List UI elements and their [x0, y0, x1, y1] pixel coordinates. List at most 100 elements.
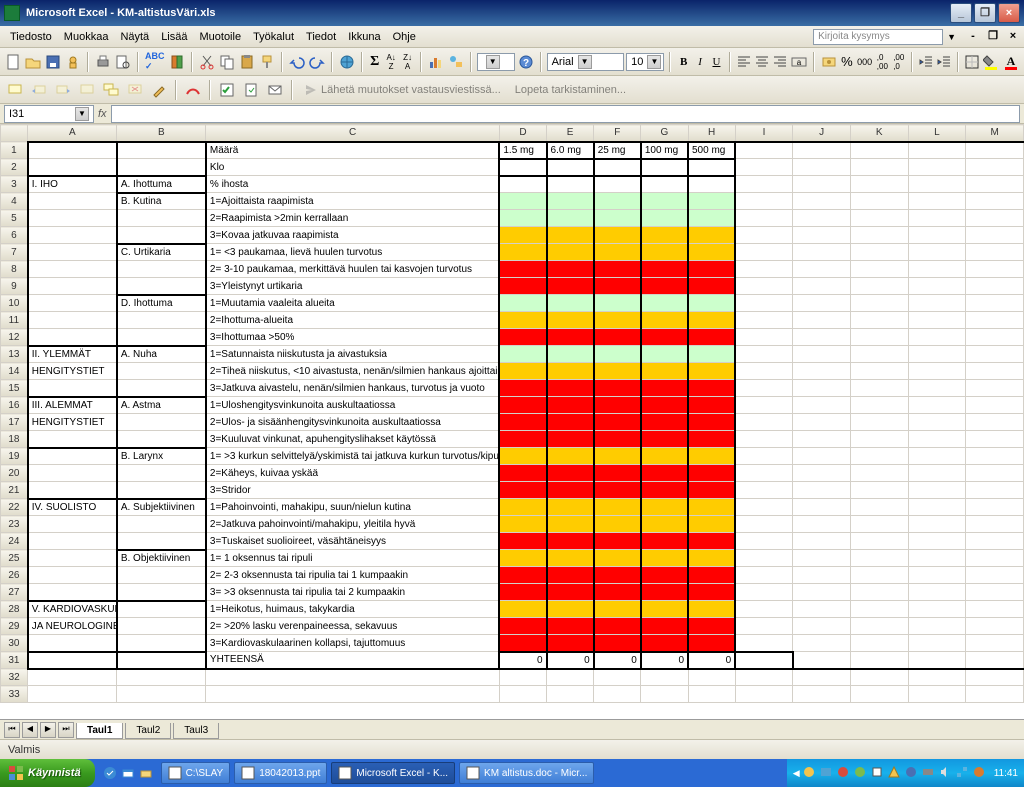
cell[interactable]	[641, 516, 688, 533]
cell[interactable]	[28, 516, 117, 533]
cell[interactable]	[641, 550, 688, 567]
row-header[interactable]: 27	[1, 584, 28, 601]
cell[interactable]	[594, 550, 641, 567]
cell[interactable]	[117, 363, 206, 380]
cell[interactable]	[641, 312, 688, 329]
cell[interactable]	[735, 261, 793, 278]
cell[interactable]: III. ALEMMAT	[28, 397, 117, 414]
cell[interactable]	[641, 193, 688, 210]
drawing-icon[interactable]	[447, 51, 465, 73]
cell[interactable]	[850, 329, 908, 346]
cell[interactable]: YHTEENSÄ	[206, 652, 499, 669]
cell[interactable]	[966, 176, 1024, 193]
cell[interactable]: 3=Jatkuva aivastelu, nenän/silmien hanka…	[206, 380, 499, 397]
cell[interactable]	[28, 482, 117, 499]
cell[interactable]	[117, 312, 206, 329]
cell[interactable]	[735, 601, 793, 618]
cell[interactable]	[688, 397, 735, 414]
cell[interactable]	[594, 414, 641, 431]
quicklaunch-icon[interactable]	[121, 766, 135, 780]
cell[interactable]	[735, 142, 793, 159]
cell[interactable]	[117, 210, 206, 227]
cell[interactable]	[117, 567, 206, 584]
cell[interactable]	[688, 244, 735, 261]
cell[interactable]	[499, 227, 546, 244]
cell[interactable]	[547, 176, 594, 193]
cell[interactable]	[966, 227, 1024, 244]
cell[interactable]	[499, 584, 546, 601]
cell[interactable]	[850, 635, 908, 652]
cell[interactable]	[850, 448, 908, 465]
cell[interactable]	[594, 431, 641, 448]
cell[interactable]	[117, 261, 206, 278]
cell[interactable]	[688, 601, 735, 618]
cell[interactable]	[206, 686, 499, 703]
cell[interactable]	[966, 567, 1024, 584]
cell[interactable]	[793, 499, 851, 516]
cell[interactable]	[688, 193, 735, 210]
cell[interactable]	[688, 295, 735, 312]
cell[interactable]	[28, 227, 117, 244]
system-tray[interactable]: ◀ 11:41	[787, 759, 1024, 787]
column-header[interactable]: M	[966, 125, 1024, 142]
cell[interactable]	[850, 499, 908, 516]
cell[interactable]	[499, 618, 546, 635]
cell[interactable]	[850, 312, 908, 329]
cell[interactable]	[735, 227, 793, 244]
sheet-tab-3[interactable]: Taul3	[173, 723, 219, 739]
tab-nav-next[interactable]: ▶	[40, 722, 56, 738]
print-preview-icon[interactable]	[114, 51, 132, 73]
cell[interactable]	[499, 465, 546, 482]
cell[interactable]	[908, 567, 966, 584]
cell[interactable]: 25 mg	[594, 142, 641, 159]
cell[interactable]	[735, 431, 793, 448]
cell[interactable]	[850, 601, 908, 618]
cell[interactable]	[688, 550, 735, 567]
row-header[interactable]: 7	[1, 244, 28, 261]
quicklaunch-icon[interactable]	[139, 766, 153, 780]
cell[interactable]	[594, 499, 641, 516]
cell[interactable]	[966, 278, 1024, 295]
cell[interactable]	[28, 261, 117, 278]
column-header[interactable]: J	[793, 125, 851, 142]
cell[interactable]	[594, 159, 641, 176]
cell[interactable]	[908, 363, 966, 380]
cell[interactable]	[793, 482, 851, 499]
cell[interactable]	[547, 295, 594, 312]
print-icon[interactable]	[94, 51, 112, 73]
tab-nav-first[interactable]: ⏮	[4, 722, 20, 738]
taskbar-button[interactable]: Microsoft Excel - K...	[331, 762, 455, 784]
cell[interactable]	[499, 686, 546, 703]
cell[interactable]	[117, 584, 206, 601]
cell[interactable]	[641, 329, 688, 346]
menu-view[interactable]: Näytä	[114, 29, 155, 45]
cell[interactable]	[688, 261, 735, 278]
cell[interactable]	[966, 346, 1024, 363]
cell[interactable]	[793, 210, 851, 227]
cell[interactable]	[966, 210, 1024, 227]
column-header[interactable]: L	[908, 125, 966, 142]
cell[interactable]	[908, 465, 966, 482]
cell[interactable]	[908, 652, 966, 669]
cell[interactable]	[117, 652, 206, 669]
undo-icon[interactable]	[288, 51, 306, 73]
ink-icon[interactable]	[148, 79, 170, 101]
cell[interactable]	[735, 159, 793, 176]
cell[interactable]	[688, 329, 735, 346]
cell[interactable]	[793, 295, 851, 312]
cell[interactable]	[908, 482, 966, 499]
cell[interactable]	[735, 533, 793, 550]
cell[interactable]	[793, 516, 851, 533]
row-header[interactable]: 20	[1, 465, 28, 482]
cell[interactable]	[547, 414, 594, 431]
cell[interactable]	[117, 533, 206, 550]
cell[interactable]: 1= >3 kurkun selvittelyä/yskimistä tai j…	[206, 448, 499, 465]
cell[interactable]: 1=Pahoinvointi, mahakipu, suun/nielun ku…	[206, 499, 499, 516]
cell[interactable]	[966, 244, 1024, 261]
doc-restore-button[interactable]: ❐	[986, 30, 1000, 44]
row-header[interactable]: 3	[1, 176, 28, 193]
cell[interactable]	[966, 584, 1024, 601]
cell[interactable]	[793, 669, 851, 686]
cell[interactable]	[28, 635, 117, 652]
cell[interactable]	[547, 550, 594, 567]
